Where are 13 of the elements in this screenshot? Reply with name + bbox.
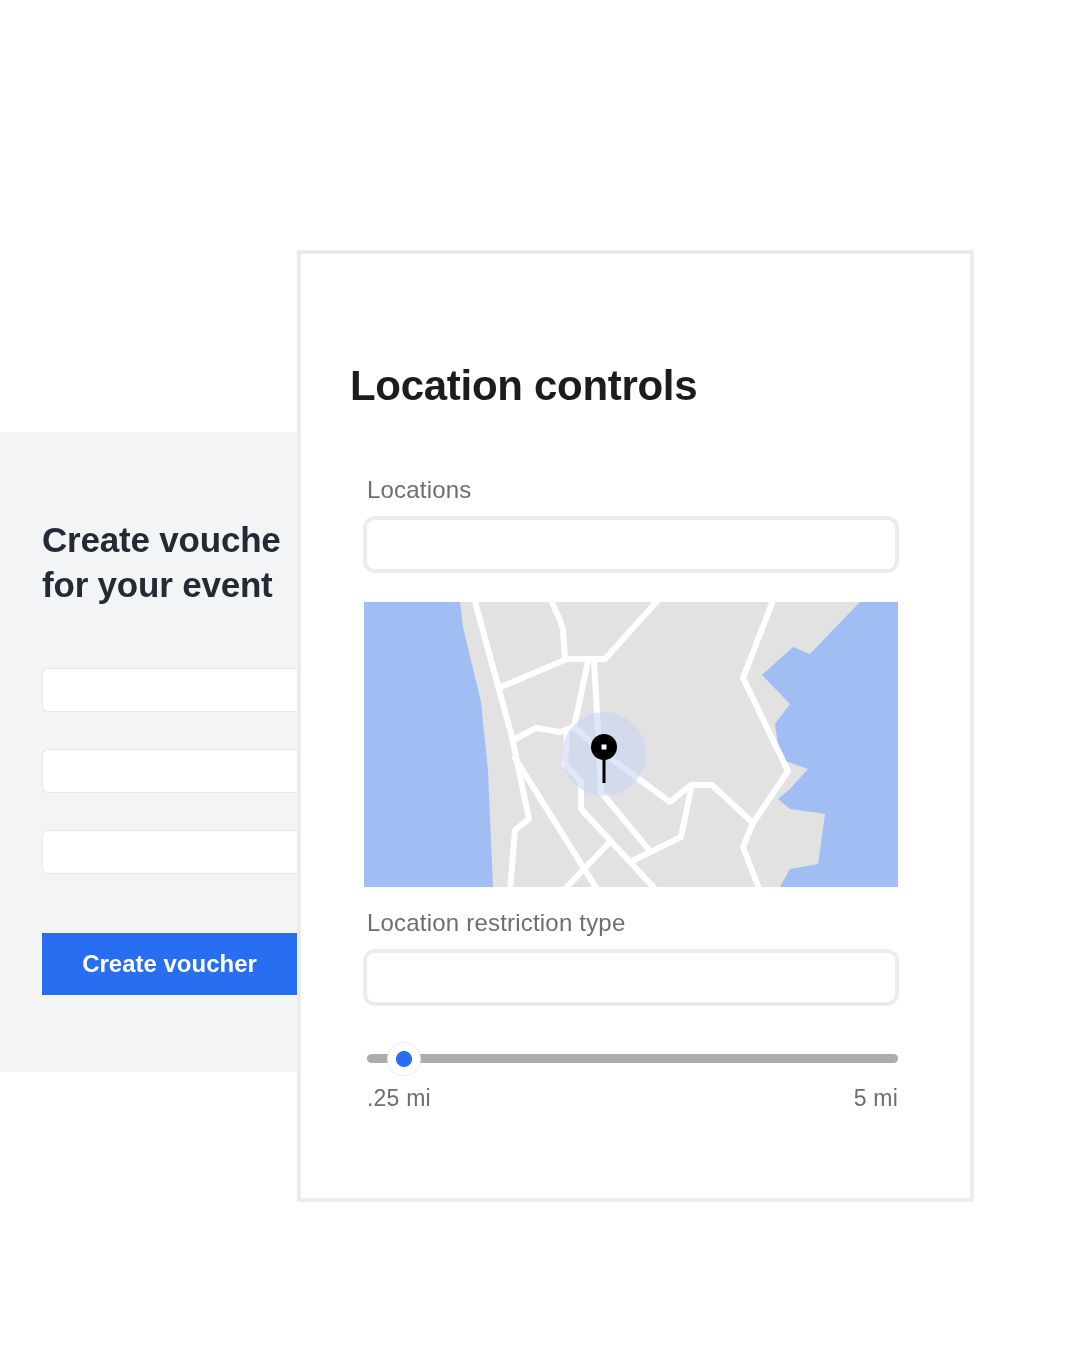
max-distance-label: 5 mi [853, 1085, 898, 1111]
text-input-field[interactable] [42, 749, 297, 793]
distance-slider[interactable] [367, 1043, 898, 1075]
text-input-field[interactable] [42, 668, 297, 712]
min-distance-label: .25 mi [367, 1085, 431, 1111]
panel-heading: Create vouche for your event [42, 519, 281, 606]
card-title: Location controls [350, 362, 698, 410]
slider-thumb[interactable] [388, 1043, 421, 1075]
field-label: Locations [367, 476, 472, 503]
map-pin-icon [591, 734, 617, 783]
create-voucher-button[interactable]: Create voucher [42, 933, 297, 995]
text-input-field[interactable] [42, 830, 297, 874]
field-label: Location restriction type [367, 909, 626, 936]
